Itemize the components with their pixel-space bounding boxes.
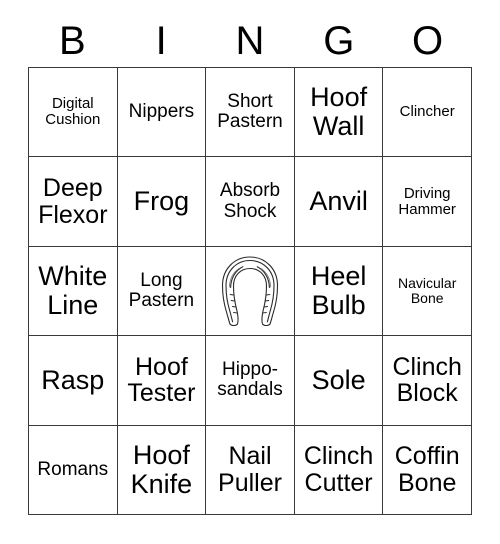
bingo-header-letter-b: B <box>59 19 86 63</box>
bingo-cell-label: Sole <box>311 364 366 395</box>
bingo-cell-free-space[interactable] <box>206 246 295 337</box>
bingo-cell-label: Driving Hammer <box>398 184 456 218</box>
bingo-cell[interactable]: Hippo-sandals <box>206 336 295 426</box>
bingo-cell-label: Frog <box>133 186 190 217</box>
horseshoe-icon <box>217 254 283 328</box>
bingo-cell[interactable]: Heel Bulb <box>294 246 384 337</box>
bingo-cell[interactable]: Frog <box>117 157 207 247</box>
bingo-cell-label: Navicular Bone <box>398 275 457 306</box>
bingo-cell[interactable]: Clinch Block <box>383 336 472 426</box>
bingo-cell-label: Digital Cushion <box>45 95 101 129</box>
bingo-cell-label: Anvil <box>309 186 368 217</box>
bingo-cell[interactable]: Rasp <box>29 336 118 426</box>
bingo-cell-label: Deep Flexor <box>38 173 108 229</box>
bingo-cell[interactable]: Clincher <box>383 68 472 158</box>
bingo-cell-label: Long Pastern <box>128 269 195 311</box>
bingo-cell[interactable]: Sole <box>294 336 384 426</box>
bingo-cell[interactable]: Nail Puller <box>206 425 295 515</box>
bingo-cell[interactable]: Digital Cushion <box>29 68 118 158</box>
bingo-cell[interactable]: Coffin Bone <box>383 425 472 515</box>
bingo-cell[interactable]: Nippers <box>117 68 207 158</box>
bingo-cell-label: Hoof Knife <box>130 439 193 499</box>
bingo-cell[interactable]: Deep Flexor <box>29 157 118 247</box>
bingo-cell[interactable]: Driving Hammer <box>383 157 472 247</box>
bingo-cell-label: Coffin Bone <box>394 442 460 497</box>
bingo-header-letter-n: N <box>235 19 265 63</box>
bingo-cell[interactable]: Hoof Wall <box>294 68 384 158</box>
bingo-header-letter-g: G <box>323 19 355 63</box>
bingo-cell-label: Nail Puller <box>218 442 282 497</box>
bingo-cell-label: Hoof Wall <box>310 82 368 142</box>
bingo-cell-label: Nippers <box>128 101 195 123</box>
bingo-cell[interactable]: Anvil <box>294 157 384 247</box>
bingo-cell[interactable]: White Line <box>29 246 118 337</box>
bingo-cell[interactable]: Absorb Shock <box>206 157 295 247</box>
bingo-cell[interactable]: Long Pastern <box>117 246 207 337</box>
bingo-cell[interactable]: Navicular Bone <box>383 246 472 337</box>
bingo-cell-label: Romans <box>37 458 109 480</box>
bingo-cell[interactable]: Hoof Tester <box>117 336 207 426</box>
bingo-grid: Digital Cushion Nippers Short Pastern Hoof … <box>28 67 472 515</box>
bingo-cell-label: Clincher <box>399 103 455 121</box>
bingo-cell[interactable]: Romans <box>29 425 118 515</box>
bingo-cell[interactable]: Clinch Cutter <box>294 425 384 515</box>
bingo-card: B I N G O Digital Cushion Nippers Short Paster… <box>0 0 500 544</box>
bingo-cell-label: Short Pastern <box>217 90 283 133</box>
bingo-cell[interactable]: Short Pastern <box>206 68 295 158</box>
bingo-cell-label: Rasp <box>41 364 105 395</box>
bingo-cell-label: Clinch Block <box>392 352 462 408</box>
bingo-cell[interactable]: Hoof Knife <box>117 425 207 515</box>
bingo-cell-label: Clinch Cutter <box>303 442 374 497</box>
bingo-header: BINGO <box>28 16 472 66</box>
bingo-cell-label: Hoof Tester <box>127 352 196 408</box>
bingo-header-letter-o: O <box>412 19 444 63</box>
bingo-cell-label: Heel Bulb <box>310 261 367 320</box>
bingo-cell-label: Absorb Shock <box>219 180 281 222</box>
bingo-header-letter-i: I <box>155 19 167 63</box>
bingo-cell-label: Hippo-sandals <box>217 359 283 401</box>
bingo-cell-label: White Line <box>38 261 108 320</box>
